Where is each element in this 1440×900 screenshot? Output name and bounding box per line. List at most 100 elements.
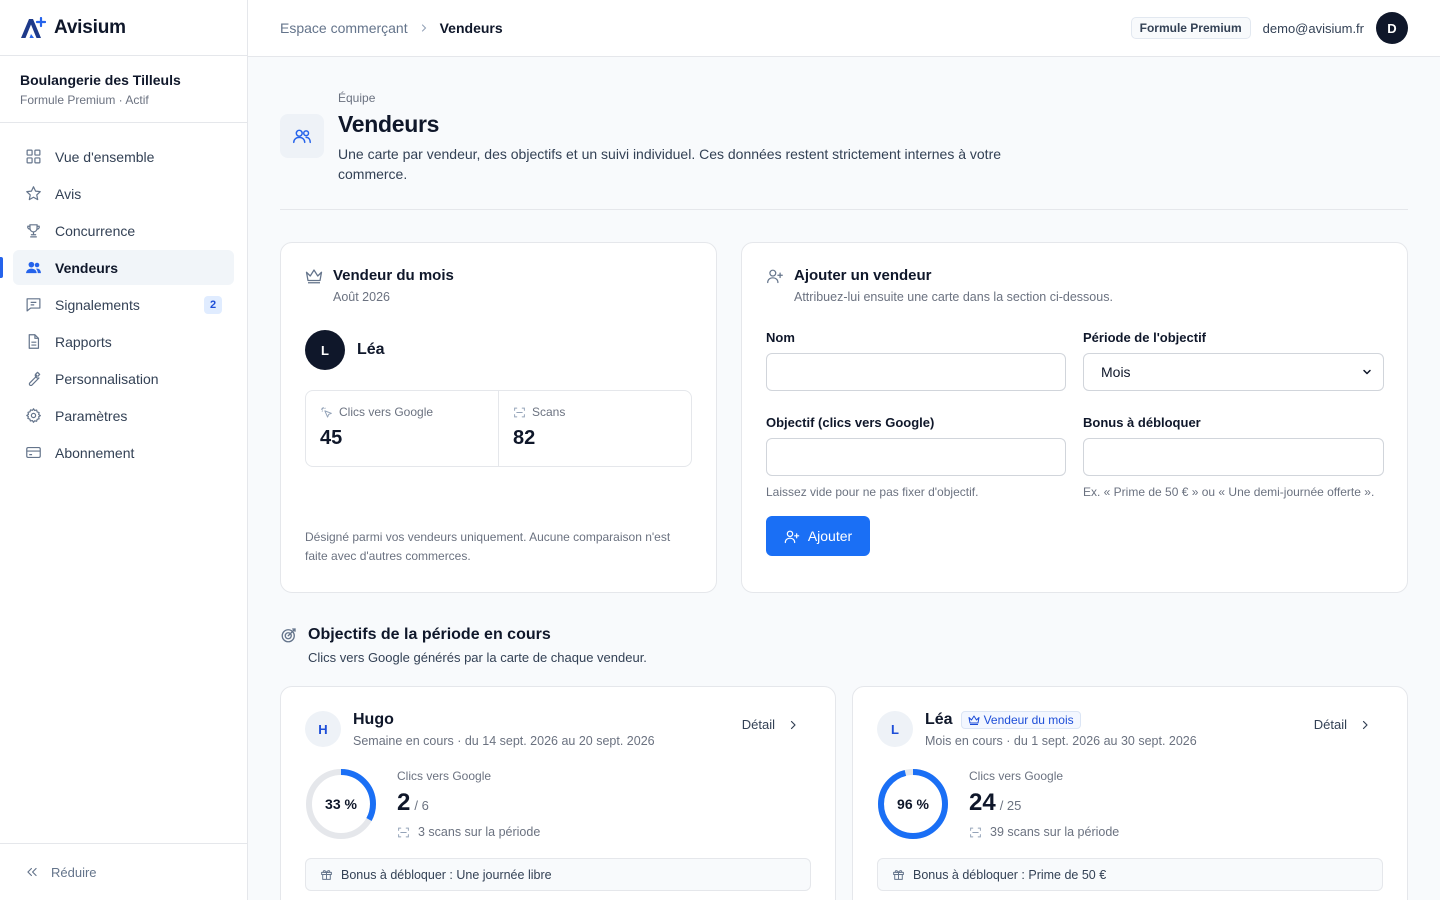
- collapse-label: Réduire: [51, 864, 97, 880]
- stat-value: 82: [513, 427, 536, 449]
- metric-goal: / 25: [999, 798, 1022, 813]
- page-description: Une carte par vendeur, des objectifs et …: [338, 146, 1002, 182]
- seller-avatar: L: [877, 711, 913, 747]
- trophy-icon: [25, 222, 42, 239]
- sidebar-item-label: Vue d'ensemble: [55, 148, 155, 165]
- progress-percent: 33 %: [325, 796, 357, 812]
- seller-stats: Clics vers Google 45 Scans 82: [305, 390, 692, 467]
- sidebar-item-settings[interactable]: Paramètres: [13, 398, 234, 433]
- add-seller-button-label: Ajouter: [807, 528, 853, 544]
- chevron-down-icon: [1361, 366, 1373, 378]
- progress-details: Clics vers Google 24 / 25 39 scans sur l…: [969, 769, 1119, 839]
- sidebar-item-overview[interactable]: Vue d'ensemble: [13, 139, 234, 174]
- detail-label: Détail: [1313, 717, 1347, 732]
- card-subtitle: Attribuez-lui ensuite une carte dans la …: [794, 290, 1113, 304]
- sidebar-item-label: Paramètres: [55, 407, 128, 424]
- seller-name: Léa: [357, 341, 385, 358]
- grid-icon: [25, 148, 42, 165]
- metric-value-row: 24 / 25: [969, 789, 1119, 817]
- metric-value: 24: [969, 789, 996, 816]
- user-avatar[interactable]: D: [1376, 12, 1408, 44]
- field-name: Nom: [766, 330, 1066, 391]
- seller-progress: 96 % Clics vers Google 24 / 25 39 scans …: [877, 768, 1383, 840]
- sidebar-item-competition[interactable]: Concurrence: [13, 213, 234, 248]
- sidebar-item-reviews[interactable]: Avis: [13, 176, 234, 211]
- sidebar-item-sellers[interactable]: Vendeurs: [0, 250, 234, 285]
- collapse-sidebar-button[interactable]: Réduire: [0, 843, 247, 900]
- sidebar-item-subscription[interactable]: Abonnement: [13, 435, 234, 470]
- users-outline-icon: [280, 114, 324, 158]
- seller-of-month-note: Désigné parmi vos vendeurs uniquement. A…: [305, 530, 671, 563]
- bonus-banner: Bonus à débloquer : Une journée libre: [305, 858, 811, 891]
- seller-progress: 33 % Clics vers Google 2 / 6 3 scans sur…: [305, 768, 811, 840]
- sidebar-item-reports-flags[interactable]: Signalements 2: [13, 287, 234, 322]
- crown-icon: [968, 715, 980, 725]
- progress-ring: 96 %: [877, 768, 949, 840]
- scans-count: 3 scans sur la période: [418, 825, 541, 839]
- chevron-right-icon: [418, 22, 430, 34]
- breadcrumb-merchant-space[interactable]: Espace commerçant: [280, 20, 408, 36]
- stat-value: 45: [320, 427, 343, 449]
- gift-icon: [892, 868, 905, 881]
- name-input[interactable]: [766, 353, 1066, 391]
- brand-name: Avisium: [54, 16, 126, 38]
- bonus-banner: Bonus à débloquer : Prime de 50 €: [877, 858, 1383, 891]
- user-plus-icon: [784, 529, 800, 544]
- detail-label: Détail: [741, 717, 775, 732]
- wrench-icon: [25, 370, 42, 387]
- metric-label: Clics vers Google: [969, 769, 1064, 783]
- scan-icon: [969, 826, 982, 839]
- stat-label-row: Scans: [513, 405, 677, 419]
- goal-label: Objectif (clics vers Google): [766, 415, 935, 430]
- sidebar-item-label: Rapports: [55, 333, 112, 350]
- seller-goal-card: H Hugo Semaine en cours · du 14 sept. 20…: [280, 686, 836, 900]
- add-seller-form: Nom Période de l'objectif Mois Objectif …: [766, 330, 1384, 500]
- sidebar-nav: Vue d'ensemble Avis Concurrence Vendeurs…: [0, 123, 247, 470]
- progress-ring: 33 %: [305, 768, 377, 840]
- sidebar-item-customization[interactable]: Personnalisation: [13, 361, 234, 396]
- period-select[interactable]: Mois: [1083, 353, 1384, 391]
- metric-goal: / 6: [414, 798, 429, 813]
- bonus-input[interactable]: [1083, 438, 1384, 476]
- metric-value: 2: [397, 789, 411, 816]
- shop-info[interactable]: Boulangerie des Tilleuls Formule Premium…: [0, 56, 247, 123]
- star-icon: [25, 185, 42, 202]
- sidebar-item-label: Vendeurs: [55, 259, 119, 276]
- seller-detail-link[interactable]: Détail: [1314, 717, 1371, 732]
- goals-title: Objectifs de la période en cours: [308, 626, 551, 643]
- period-selected-value: Mois: [1101, 364, 1131, 380]
- seller-name-row: Léa Vendeur du mois: [925, 711, 1197, 729]
- scan-icon: [397, 826, 410, 839]
- bonus-text: Bonus à débloquer : Prime de 50 €: [913, 867, 1107, 882]
- scans-row: 39 scans sur la période: [969, 825, 1119, 839]
- metric-value-row: 2 / 6: [397, 789, 540, 817]
- sidebar: Avisium Boulangerie des Tilleuls Formule…: [0, 0, 248, 900]
- sidebar-item-reports[interactable]: Rapports: [13, 324, 234, 359]
- brand[interactable]: Avisium: [0, 0, 247, 56]
- topbar-account: Formule Premium demo@avisium.fr D: [1130, 12, 1408, 44]
- card-header: Vendeur du mois Août 2026: [305, 267, 692, 304]
- notification-badge: 2: [204, 296, 222, 314]
- goal-input[interactable]: [766, 438, 1066, 476]
- card-title: Ajouter un vendeur: [794, 267, 932, 284]
- stat-label: Scans: [532, 405, 566, 419]
- crown-icon: [305, 268, 323, 284]
- field-goal: Objectif (clics vers Google) Laissez vid…: [766, 415, 1066, 500]
- seller-period: Mois en cours · du 1 sept. 2026 au 30 se…: [925, 734, 1197, 748]
- seller-info: Léa Vendeur du mois Mois en cours · du 1…: [925, 711, 1197, 748]
- breadcrumb: Espace commerçant Vendeurs: [280, 20, 503, 36]
- sidebar-item-label: Concurrence: [55, 222, 136, 239]
- field-bonus: Bonus à débloquer Ex. « Prime de 50 € » …: [1083, 415, 1384, 500]
- topbar: Espace commerçant Vendeurs Formule Premi…: [248, 0, 1440, 57]
- tag-label: Vendeur du mois: [983, 713, 1074, 727]
- add-seller-button[interactable]: Ajouter: [766, 516, 870, 556]
- scan-icon: [513, 406, 526, 419]
- gift-icon: [320, 868, 333, 881]
- avisium-logo-icon: [20, 16, 46, 39]
- seller-period: Semaine en cours · du 14 sept. 2026 au 2…: [353, 734, 655, 748]
- add-seller-card: Ajouter un vendeur Attribuez-lui ensuite…: [741, 242, 1408, 593]
- name-label: Nom: [766, 330, 795, 345]
- seller-name-row: Hugo: [353, 711, 655, 729]
- seller-detail-link[interactable]: Détail: [742, 717, 799, 732]
- chevron-right-icon: [1359, 719, 1371, 731]
